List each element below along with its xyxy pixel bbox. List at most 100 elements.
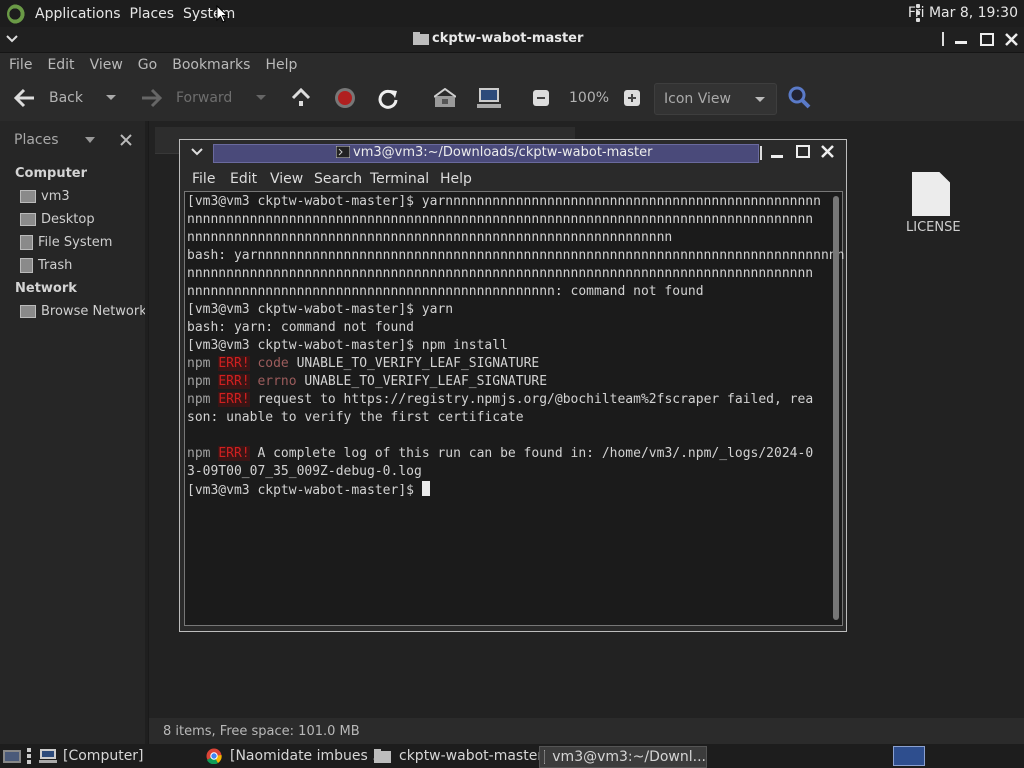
error-value: UNABLE_TO_VERIFY_LEAF_SIGNATURE [304,374,548,389]
maximize-button[interactable] [980,33,994,46]
task-label: ckptw-wabot-master [399,748,544,764]
chrome-icon [206,748,222,764]
terminal-line: npm ERR! request to https://registry.npm… [187,391,827,409]
taskbar: [Computer] [Naomidate imbues ... ckptw-w… [0,744,1024,768]
terminal-menu-terminal[interactable]: Terminal [370,171,429,187]
window-menu-chevron-icon[interactable] [6,35,18,43]
computer-icon [39,749,57,763]
minimize-button[interactable] [955,41,967,44]
zoom-out-icon[interactable] [533,90,549,106]
terminal-window[interactable]: vm3@vm3:~/Downloads/ckptw-wabot-master F… [179,139,847,632]
error-value: A complete log of this run can be found … [257,446,814,461]
terminal-line: npm ERR! errno UNABLE_TO_VERIFY_LEAF_SIG… [187,373,827,391]
text-cursor [421,481,430,496]
stop-icon[interactable] [334,87,356,109]
reload-icon[interactable] [377,87,399,109]
terminal-line: nnnnnnnnnnnnnnnnnnnnnnnnnnnnnnnnnnnnnnnn… [187,284,704,299]
chevron-down-icon [755,97,765,102]
desktop-folder-icon [20,213,36,226]
computer-icon[interactable] [477,87,501,109]
menu-system[interactable]: System [183,6,244,22]
terminal-menu-edit[interactable]: Edit [230,171,257,187]
sidebar-dropdown-icon[interactable] [85,137,95,144]
error-key: errno [257,374,297,389]
sidebar-item-browse-network[interactable]: Browse Network [20,304,147,319]
sidebar-section-network: Network [15,281,77,296]
zoom-level: 100% [569,90,610,106]
folder-icon [413,32,429,45]
top-panel: Applications Places System Fri Mar 8, 19… [0,0,1024,27]
back-button[interactable]: Back [49,90,83,106]
resize-grip [760,146,762,160]
home-icon[interactable] [434,88,456,108]
text-file-icon [912,172,950,216]
terminal-menu-view[interactable]: View [270,171,303,187]
error-tag: ERR! [218,392,250,407]
forward-dropdown-icon[interactable] [255,94,267,102]
clock[interactable]: Fri Mar 8, 19:30 [908,5,1018,21]
view-mode-select[interactable]: Icon View [654,83,777,115]
resize-grip [942,32,944,46]
distro-logo-icon[interactable] [7,3,27,24]
terminal-output: [vm3@vm3 ckptw-wabot-master]$ yarn nnnnnn… [187,193,844,500]
error-tag: ERR! [218,374,250,389]
back-dropdown-icon[interactable] [105,94,117,102]
minimize-button[interactable] [771,155,783,158]
trash-icon [20,258,33,273]
up-arrow-icon[interactable] [290,86,312,108]
terminal-titlebar[interactable]: vm3@vm3:~/Downloads/ckptw-wabot-master [180,140,846,165]
terminal-line: [vm3@vm3 ckptw-wabot-master]$ yarnnnnnnn… [187,194,821,209]
terminal-menu-help[interactable]: Help [440,171,472,187]
sidebar-item-vm3[interactable]: vm3 [20,189,70,204]
error-tag: ERR! [218,446,250,461]
terminal-line: nnnnnnnnnnnnnnnnnnnnnnnnnnnnnnnnnnnnnnnn… [187,266,814,281]
workspace-switcher-1[interactable] [893,746,925,766]
task-file-manager[interactable]: ckptw-wabot-master [374,746,543,766]
menu-places[interactable]: Places [130,6,184,22]
terminal-scrollbar[interactable] [833,196,839,620]
sidebar-splitter[interactable] [145,121,148,744]
menu-view[interactable]: View [90,57,123,73]
sidebar-item-desktop[interactable]: Desktop [20,212,95,227]
taskbar-handle-icon[interactable] [27,748,31,764]
home-folder-icon [20,190,36,203]
terminal-line: nnnnnnnnnnnnnnnnnnnnnnnnnnnnnnnnnnnnnnnn… [187,230,673,245]
close-button[interactable] [820,144,835,159]
menu-help[interactable]: Help [265,57,297,73]
terminal-prompt-line: [vm3@vm3 ckptw-wabot-master]$ [187,481,827,500]
file-manager-menubar: File Edit View Go Bookmarks Help [0,53,1024,77]
search-icon[interactable] [788,86,812,110]
maximize-button[interactable] [796,145,810,158]
task-terminal[interactable]: vm3@vm3:~/Downl... [539,746,707,768]
sidebar-item-label: vm3 [41,189,70,204]
task-browser[interactable]: [Naomidate imbues ... [206,746,386,766]
show-desktop-icon[interactable] [3,748,21,764]
view-mode-value: Icon View [664,91,731,107]
terminal-menu-search[interactable]: Search [314,171,362,187]
back-arrow-icon[interactable] [13,88,35,108]
sidebar-item-trash[interactable]: Trash [20,258,72,273]
terminal-menu-file[interactable]: File [192,171,215,187]
menu-file[interactable]: File [9,57,32,73]
close-button[interactable] [1004,32,1019,47]
drive-icon [20,235,33,250]
file-item-license[interactable]: LICENSE [902,172,966,235]
npm-prefix: npm [187,446,211,461]
forward-arrow-icon[interactable] [141,88,163,108]
zoom-in-icon[interactable] [624,90,640,106]
menu-applications[interactable]: Applications [35,6,130,22]
forward-button[interactable]: Forward [176,90,232,106]
sidebar-item-file-system[interactable]: File System [20,235,112,250]
menu-go[interactable]: Go [138,57,157,73]
window-menu-chevron-icon[interactable] [191,148,203,156]
menu-bookmarks[interactable]: Bookmarks [172,57,250,73]
error-value: UNABLE_TO_VERIFY_LEAF_SIGNATURE [296,356,540,371]
terminal-title: vm3@vm3:~/Downloads/ckptw-wabot-master [353,145,653,160]
menu-edit[interactable]: Edit [47,57,74,73]
terminal-screen[interactable]: [vm3@vm3 ckptw-wabot-master]$ yarn nnnnnn… [184,191,844,626]
task-computer[interactable]: [Computer] [39,746,144,766]
sidebar-close-icon[interactable] [120,134,132,146]
npm-prefix: npm [187,356,211,371]
sidebar-header[interactable]: Places [14,132,59,148]
